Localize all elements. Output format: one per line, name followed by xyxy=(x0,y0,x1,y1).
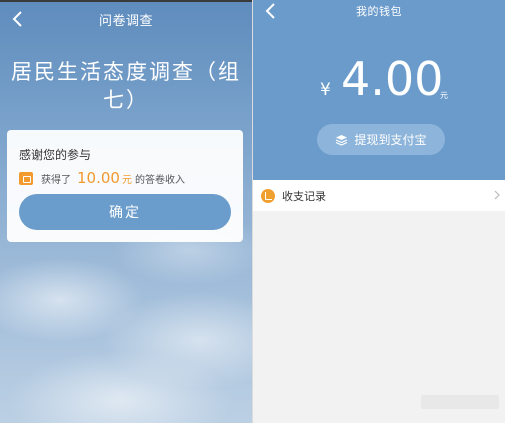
balance-amount: 4.00 xyxy=(341,52,444,106)
layers-icon xyxy=(336,134,348,146)
nav-title: 我的钱包 xyxy=(356,5,402,18)
survey-navbar: 问卷调查 xyxy=(0,2,252,36)
wallet-screen: 我的钱包 ¥ 4.00 元 提现到支付宝 收支记录 xyxy=(253,0,505,423)
confirm-button[interactable]: 确定 xyxy=(19,194,231,230)
thanks-text: 感谢您的参与 xyxy=(19,148,92,162)
wallet-header: 我的钱包 ¥ 4.00 元 提现到支付宝 xyxy=(253,0,505,180)
reward-unit: 元 xyxy=(121,174,132,186)
nav-title: 问卷调查 xyxy=(98,13,153,29)
survey-title-line2: 七） xyxy=(103,88,149,112)
survey-screen: 问卷调查 居民生活态度调查（组 七） 感谢您的参与 获得了 10.00 元 的答… xyxy=(0,0,252,423)
records-row[interactable]: 收支记录 xyxy=(253,180,505,211)
wallet-icon xyxy=(19,171,33,185)
chevron-right-icon xyxy=(494,190,500,200)
survey-title: 居民生活态度调查（组 七） xyxy=(0,58,252,114)
currency-symbol: ¥ xyxy=(320,80,331,100)
survey-title-line1: 居民生活态度调查（组 xyxy=(11,60,241,84)
reward-amount: 10.00 xyxy=(77,169,120,187)
records-icon xyxy=(261,188,275,203)
withdraw-alipay-button[interactable]: 提现到支付宝 xyxy=(317,124,445,155)
reward-row: 获得了 10.00 元 的答卷收入 xyxy=(19,169,185,187)
records-label: 收支记录 xyxy=(282,189,326,203)
watermark xyxy=(421,395,499,409)
back-chevron-icon[interactable] xyxy=(261,1,283,23)
back-chevron-icon[interactable] xyxy=(8,8,30,30)
wallet-navbar: 我的钱包 xyxy=(253,0,505,22)
reward-dialog: 感谢您的参与 获得了 10.00 元 的答卷收入 确定 xyxy=(7,130,243,242)
balance-unit: 元 xyxy=(440,91,448,100)
reward-prefix: 获得了 xyxy=(41,174,71,186)
reward-suffix: 的答卷收入 xyxy=(134,174,185,186)
withdraw-label: 提现到支付宝 xyxy=(354,133,427,147)
